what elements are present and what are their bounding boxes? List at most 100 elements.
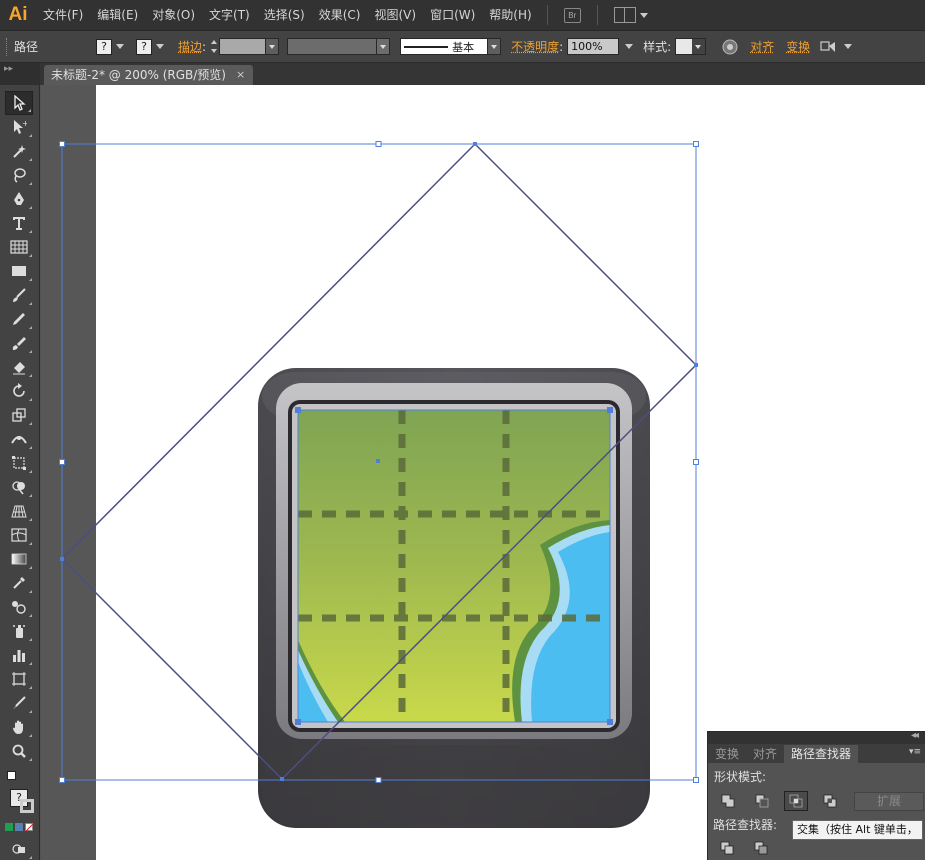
toolbox-collapse-handle[interactable]: ▸▸ <box>0 63 40 85</box>
opacity-field[interactable]: 100% <box>567 38 620 55</box>
fill-color-dropdown[interactable]: ? <box>96 38 125 55</box>
panel-header[interactable]: ◂◂ <box>708 730 925 744</box>
free-transform-icon[interactable] <box>5 451 33 475</box>
rectangle-tool-icon[interactable] <box>5 259 33 283</box>
stroke-swatch-large[interactable] <box>20 799 34 813</box>
menu-bar: Ai 文件(F) 编辑(E) 对象(O) 文字(T) 选择(S) 效果(C) 视… <box>0 0 925 31</box>
document-tab-title: 未标题-2* @ 200% (RGB/预览) <box>51 68 226 82</box>
chevron-down-icon[interactable] <box>376 39 390 54</box>
tab-pathfinder[interactable]: 路径查找器 <box>784 745 859 763</box>
tab-align[interactable]: 对齐 <box>746 745 784 763</box>
fill-stroke-swatches[interactable]: ? <box>5 769 35 813</box>
panel-grip[interactable] <box>6 37 10 56</box>
pathfinders-label: 路径查找器: <box>713 818 778 832</box>
symbol-sprayer-icon[interactable] <box>5 619 33 643</box>
pen-tool-icon[interactable] <box>5 187 33 211</box>
stroke-swatch[interactable]: ? <box>136 38 153 55</box>
gradient-mode-icon[interactable] <box>15 823 23 831</box>
artboard-tool-icon[interactable] <box>5 667 33 691</box>
menu-view[interactable]: 视图(V) <box>367 0 423 31</box>
variable-width-profile[interactable] <box>287 38 391 55</box>
divide-icon[interactable] <box>715 838 739 858</box>
menu-window[interactable]: 窗口(W) <box>423 0 482 31</box>
chevron-down-icon[interactable] <box>156 44 165 49</box>
menu-help[interactable]: 帮助(H) <box>482 0 538 31</box>
panel-menu-icon[interactable]: ▾≡ <box>909 747 921 757</box>
transform-label[interactable]: 变换 <box>786 38 810 55</box>
stroke-weight-spinner[interactable] <box>209 38 219 55</box>
scale-tool-icon[interactable] <box>5 403 33 427</box>
eyedropper-icon[interactable] <box>5 571 33 595</box>
menu-effect[interactable]: 效果(C) <box>312 0 368 31</box>
menu-select[interactable]: 选择(S) <box>257 0 312 31</box>
blend-tool-icon[interactable] <box>5 595 33 619</box>
color-mode-icon[interactable] <box>5 823 13 831</box>
zoom-tool-icon[interactable] <box>5 739 33 763</box>
menu-object[interactable]: 对象(O) <box>145 0 202 31</box>
opacity-label[interactable]: 不透明度 <box>511 38 559 55</box>
graphic-style-dropdown[interactable] <box>675 38 707 55</box>
magic-wand-icon[interactable] <box>5 139 33 163</box>
exclude-icon[interactable] <box>818 791 842 811</box>
intersect-tooltip: 交集（按住 Alt 键单击， <box>792 820 923 840</box>
menu-divider <box>596 5 598 25</box>
bridge-button[interactable]: Br <box>563 7 581 23</box>
brush-definition-dropdown[interactable]: 基本 <box>400 38 502 55</box>
eraser-icon[interactable] <box>5 355 33 379</box>
collapse-icon[interactable]: ◂◂ <box>911 730 919 741</box>
stroke-weight-field[interactable] <box>219 38 280 55</box>
document-tab[interactable]: 未标题-2* @ 200% (RGB/预览) × <box>44 65 254 85</box>
minus-front-icon[interactable] <box>750 791 774 811</box>
arrange-documents-icon[interactable] <box>613 7 636 23</box>
chevron-down-icon[interactable] <box>116 44 125 49</box>
perspective-grid-icon[interactable] <box>5 499 33 523</box>
align-label[interactable]: 对齐 <box>750 38 774 55</box>
colon: : <box>559 39 564 54</box>
grid-tool-icon[interactable] <box>5 235 33 259</box>
chevron-down-icon[interactable] <box>265 39 279 54</box>
illustrator-window: Ai 文件(F) 编辑(E) 对象(O) 文字(T) 选择(S) 效果(C) 视… <box>0 0 925 860</box>
shape-builder-icon[interactable] <box>5 475 33 499</box>
slice-tool-icon[interactable] <box>5 691 33 715</box>
direct-selection-tool-icon[interactable]: + <box>5 115 33 139</box>
menu-edit[interactable]: 编辑(E) <box>90 0 145 31</box>
gradient-tool-icon[interactable] <box>5 547 33 571</box>
menu-type[interactable]: 文字(T) <box>202 0 257 31</box>
lasso-icon[interactable] <box>5 163 33 187</box>
recolor-artwork-icon[interactable] <box>722 39 738 55</box>
rotate-tool-icon[interactable] <box>5 379 33 403</box>
menu-file[interactable]: 文件(F) <box>36 0 90 31</box>
chevron-down-icon[interactable] <box>692 39 706 54</box>
style-swatch[interactable] <box>676 39 693 54</box>
chevron-down-icon[interactable] <box>639 12 648 18</box>
unite-icon[interactable] <box>716 791 740 811</box>
trim-icon[interactable] <box>749 838 773 858</box>
isolate-selected-icon[interactable] <box>820 40 836 54</box>
selection-tool-icon[interactable] <box>5 91 33 115</box>
control-bar: 路径 ? ? 描边 : 基本 不透明度 : 100% 样式 : 对齐 变换 <box>0 31 925 63</box>
hand-tool-icon[interactable] <box>5 715 33 739</box>
pencil-icon[interactable] <box>5 307 33 331</box>
none-mode-icon[interactable] <box>25 823 34 832</box>
chevron-down-icon[interactable] <box>487 39 501 54</box>
close-icon[interactable]: × <box>236 65 245 85</box>
stroke-label[interactable]: 描边 <box>178 38 202 55</box>
expand-button[interactable]: 扩展 <box>854 791 924 811</box>
column-graph-icon[interactable] <box>5 643 33 667</box>
blob-brush-icon[interactable] <box>5 331 33 355</box>
chevron-down-icon[interactable] <box>625 44 634 49</box>
width-tool-icon[interactable] <box>5 427 33 451</box>
chevron-down-icon[interactable] <box>844 44 853 49</box>
tab-transform[interactable]: 变换 <box>708 745 746 763</box>
type-tool-icon[interactable] <box>5 211 33 235</box>
draw-mode-icon[interactable] <box>5 837 33 860</box>
panel-tabs: 变换 对齐 路径查找器 ▾≡ <box>708 744 925 763</box>
brush-profile-value: 基本 <box>452 40 475 54</box>
mesh-tool-icon[interactable] <box>5 523 33 547</box>
paintbrush-icon[interactable] <box>5 283 33 307</box>
intersect-icon[interactable] <box>784 791 808 811</box>
fill-swatch[interactable]: ? <box>96 38 113 55</box>
stroke-color-dropdown[interactable]: ? <box>136 38 165 55</box>
default-fill-stroke-icon[interactable] <box>7 771 16 780</box>
opacity-value[interactable]: 100% <box>568 39 619 54</box>
